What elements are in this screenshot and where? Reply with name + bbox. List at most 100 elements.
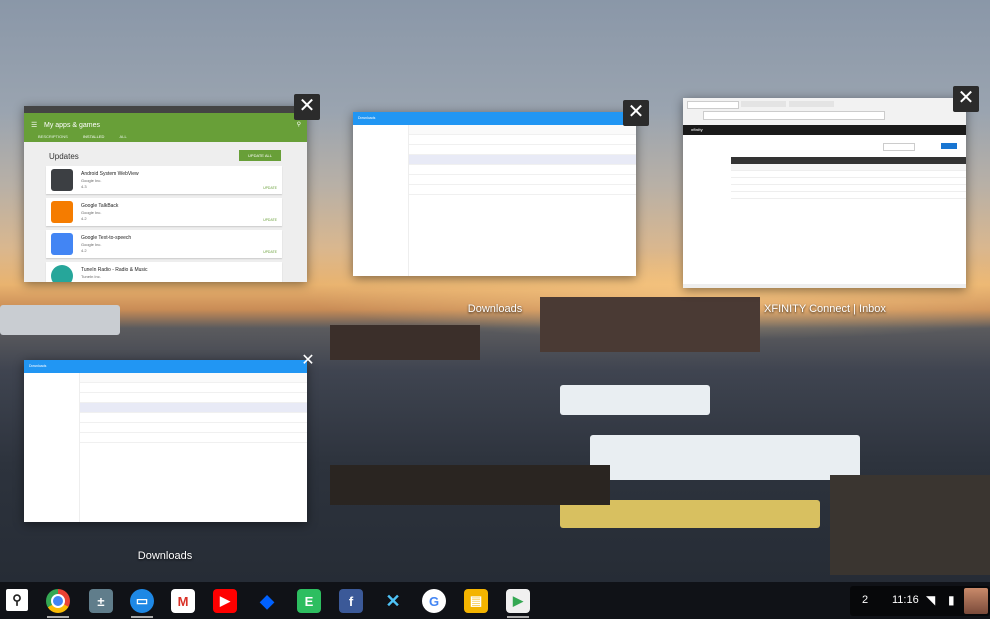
app-card[interactable]: Google TalkBack Google Inc. 4.2 UPDATE: [46, 198, 282, 226]
webview-icon: [51, 169, 73, 191]
battery-icon: ▮: [948, 593, 955, 607]
notification-count[interactable]: 2: [862, 594, 868, 606]
list-header: [409, 125, 636, 135]
xfinity-logo: xfinity: [691, 127, 703, 132]
search-icon[interactable]: ⚲: [297, 121, 301, 128]
list-item[interactable]: [731, 192, 966, 199]
app-publisher: TuneIn Inc.: [81, 274, 101, 279]
dropbox-icon[interactable]: ◆: [255, 589, 279, 613]
tab-installed[interactable]: INSTALLED: [83, 134, 105, 139]
downloads-window-bottom[interactable]: Downloads: [24, 360, 307, 522]
talkback-icon: [51, 201, 73, 223]
youtube-icon[interactable]: ▶: [213, 589, 237, 613]
menu-icon[interactable]: ☰: [31, 121, 37, 129]
search-button[interactable]: [941, 143, 957, 149]
file-manager-header: Downloads: [353, 112, 636, 125]
file-manager-title: Downloads: [29, 364, 47, 368]
file-list: [80, 373, 307, 522]
app-rating: 4.2: [81, 216, 87, 221]
browser-tab[interactable]: [789, 101, 834, 107]
google-icon[interactable]: G: [422, 589, 446, 613]
list-item[interactable]: [409, 175, 636, 185]
tab-all[interactable]: ALL: [120, 134, 127, 139]
wifi-icon: ◥: [926, 593, 936, 607]
play-store-title: My apps & games: [44, 122, 101, 129]
list-item[interactable]: [409, 185, 636, 195]
tunein-icon: [51, 265, 73, 282]
avatar[interactable]: [964, 588, 988, 614]
browser-tab[interactable]: [687, 101, 739, 109]
mail-tabs: [731, 157, 966, 164]
close-play-store-button[interactable]: ✕: [294, 94, 320, 120]
app-card[interactable]: Google Text-to-speech Google Inc. 4.2 UP…: [46, 230, 282, 258]
app-name: Google Text-to-speech: [81, 235, 132, 241]
status-tray[interactable]: 2 11:16 ◥ ▮: [850, 586, 990, 616]
close-downloads-button[interactable]: ✕: [295, 348, 321, 374]
file-manager-sidebar: [24, 373, 80, 522]
boat: [560, 385, 710, 415]
running-indicator: [131, 616, 153, 618]
mail-header: [683, 135, 966, 157]
file-manager-sidebar: [353, 125, 409, 276]
list-item[interactable]: [80, 433, 307, 443]
boat-large: [590, 435, 860, 480]
list-item[interactable]: [80, 393, 307, 403]
update-button[interactable]: UPDATE: [263, 250, 277, 254]
window-titlebar: [24, 106, 307, 113]
list-item[interactable]: [731, 185, 966, 192]
launcher-search-icon[interactable]: ⚲: [6, 589, 28, 611]
xfinity-nav: xfinity: [683, 125, 966, 135]
list-item[interactable]: [409, 135, 636, 145]
downloads-window-top[interactable]: Downloads: [353, 112, 636, 276]
boat-left: [0, 305, 120, 335]
status-bar: [683, 284, 966, 288]
list-item[interactable]: [80, 383, 307, 393]
list-item[interactable]: [80, 413, 307, 423]
message-list: [731, 164, 966, 288]
gmail-icon[interactable]: M: [171, 589, 195, 613]
update-button[interactable]: UPDATE: [263, 218, 277, 222]
list-item[interactable]: [731, 178, 966, 185]
slides-icon[interactable]: ▤: [464, 589, 488, 613]
play-store-window[interactable]: ☰ My apps & games ⚲ BESCRIPTIONS INSTALL…: [24, 106, 307, 282]
list-item[interactable]: [731, 171, 966, 178]
list-item[interactable]: [80, 403, 307, 413]
list-item[interactable]: [80, 423, 307, 433]
calculator-icon[interactable]: ±: [89, 589, 113, 613]
running-indicator: [507, 616, 529, 618]
facebook-icon[interactable]: f: [339, 589, 363, 613]
text-to-speech-icon: [51, 233, 73, 255]
files-icon[interactable]: ▭: [130, 589, 154, 613]
clock[interactable]: 11:16: [892, 594, 919, 606]
butterfly-icon[interactable]: ✕: [381, 589, 405, 613]
mail-folders: [683, 164, 732, 288]
play-store-body: Updates UPDATE ALL Android System WebVie…: [24, 142, 307, 282]
list-item[interactable]: [409, 165, 636, 175]
file-list: [409, 125, 636, 276]
window-caption: Downloads: [467, 303, 523, 315]
update-all-button[interactable]: UPDATE ALL: [239, 150, 281, 161]
address-bar[interactable]: [703, 111, 885, 120]
close-xfinity-button[interactable]: ✕: [953, 86, 979, 112]
evernote-icon[interactable]: E: [297, 589, 321, 613]
window-caption: XFINITY Connect | Inbox: [764, 303, 886, 315]
list-header: [80, 373, 307, 383]
tab-subscriptions[interactable]: BESCRIPTIONS: [38, 134, 68, 139]
update-button[interactable]: UPDATE: [263, 186, 277, 190]
app-card[interactable]: Android System WebView Google Inc. 4.3 U…: [46, 166, 282, 194]
play-store-icon[interactable]: ▶: [506, 589, 530, 613]
close-downloads-button[interactable]: ✕: [623, 100, 649, 126]
play-store-header: ☰ My apps & games ⚲ BESCRIPTIONS INSTALL…: [24, 113, 307, 142]
search-input[interactable]: [883, 143, 915, 151]
xfinity-window[interactable]: xfinity: [683, 98, 966, 288]
chrome-icon[interactable]: [46, 589, 70, 613]
running-indicator: [47, 616, 69, 618]
app-card[interactable]: TuneIn Radio - Radio & Music TuneIn Inc.: [46, 262, 282, 282]
browser-tab[interactable]: [741, 101, 786, 107]
file-manager-header: Downloads: [24, 360, 307, 373]
shelf: ⚲ ± ▭ M ▶ ◆ E f ✕ G ▤ ▶: [0, 582, 990, 619]
list-item[interactable]: [409, 155, 636, 165]
harbor-building: [540, 297, 760, 352]
list-item[interactable]: [409, 145, 636, 155]
app-name: TuneIn Radio - Radio & Music: [81, 267, 148, 273]
